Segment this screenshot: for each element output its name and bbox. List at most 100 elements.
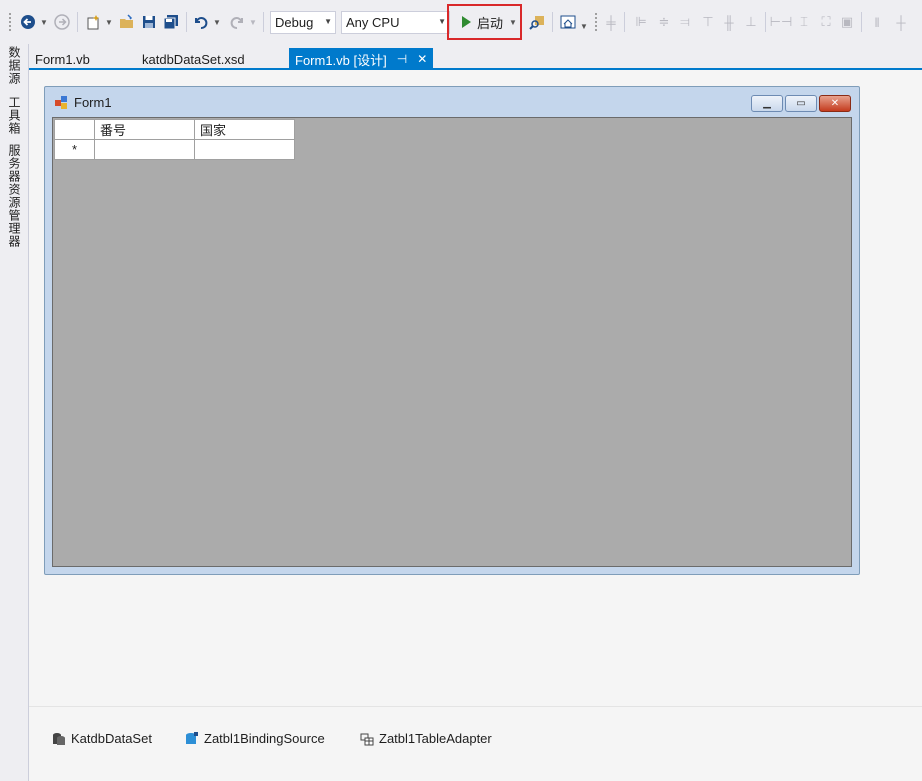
open-folder-icon (120, 14, 133, 28)
grid-header-row: 番号 国家 (54, 119, 295, 140)
form-window[interactable]: Form1 ▁ ▭ ✕ 番号 国家 * (44, 86, 860, 575)
configuration-select[interactable]: Debug ▼ (270, 11, 336, 34)
component-tray: KatdbDataSet Zatbl1BindingSource Zatbl1T… (29, 706, 922, 781)
navigate-back-dropdown[interactable]: ▼ (39, 11, 49, 33)
same-width-icon: ⊢⊣ (769, 14, 793, 29)
close-icon[interactable]: ✕ (417, 52, 427, 66)
tab-form1-vb[interactable]: Form1.vb (29, 49, 96, 69)
undo-button[interactable] (191, 11, 211, 33)
grid-column-header[interactable]: 国家 (194, 119, 295, 140)
component-binding-source[interactable]: Zatbl1BindingSource (185, 731, 325, 746)
size-grid-icon: ⛶ (821, 14, 831, 29)
redo-button[interactable] (227, 11, 247, 33)
platform-value: Any CPU (346, 15, 400, 30)
navigate-back-button[interactable] (17, 11, 39, 33)
align-middle-icon: ╫ (724, 14, 734, 30)
new-project-button[interactable] (83, 11, 103, 33)
designer-surface: Form1 ▁ ▭ ✕ 番号 国家 * (29, 70, 922, 706)
align-bottoms-button[interactable]: ⊥ (742, 11, 760, 33)
undo-dropdown[interactable]: ▼ (212, 11, 222, 33)
toolbar-separator (263, 12, 264, 32)
caret-down-icon: ▼ (105, 17, 113, 27)
component-label: Zatbl1TableAdapter (379, 731, 492, 746)
side-tab-data-sources[interactable]: 数据源 (6, 46, 23, 85)
save-all-button[interactable] (161, 11, 181, 33)
same-size-icon: ▣ (840, 14, 854, 29)
close-button[interactable]: ✕ (819, 95, 851, 112)
toolbar-separator (77, 12, 78, 32)
undo-icon (195, 17, 208, 29)
new-project-icon (87, 15, 99, 30)
save-all-icon (163, 15, 178, 30)
toolbar-separator (552, 12, 553, 32)
spacing-icon: ┼ (896, 14, 906, 30)
align-tops-button[interactable]: ⊤ (699, 11, 717, 33)
toolbar-separator (186, 12, 187, 32)
back-arrow-icon (21, 15, 35, 29)
start-debugging-button[interactable]: 启动 ▼ (447, 4, 522, 40)
grid-column-header[interactable]: 番号 (94, 119, 195, 140)
caret-down-icon: ▼ (249, 17, 257, 27)
align-to-grid-button[interactable]: ╪ (602, 11, 620, 33)
align-middles-button[interactable]: ╫ (720, 11, 738, 33)
tab-label: Form1.vb (35, 51, 90, 67)
grid-cell[interactable] (194, 139, 295, 160)
save-button[interactable] (140, 11, 158, 33)
toolbar-grip[interactable] (8, 12, 12, 32)
make-same-height-button[interactable]: ⌶ (795, 11, 813, 33)
side-tab-toolbox[interactable]: 工具箱 (6, 96, 23, 135)
tab-order-dropdown[interactable]: ▼ (579, 15, 589, 37)
window-buttons: ▁ ▭ ✕ (751, 95, 851, 112)
platform-select[interactable]: Any CPU ▼ (341, 11, 450, 34)
close-icon: ✕ (830, 98, 840, 109)
tab-order-button[interactable] (558, 11, 578, 33)
tab-label: Form1.vb [设计] (295, 52, 387, 68)
align-rights-button[interactable]: ⫤ (676, 11, 694, 33)
size-to-grid-button[interactable]: ⛶ (817, 11, 835, 33)
align-bottom-icon: ⊥ (745, 14, 757, 29)
side-tab-server-explorer[interactable]: 服务器资源管理器 (6, 144, 23, 248)
table-adapter-icon (360, 733, 374, 745)
caret-down-icon: ▼ (324, 17, 332, 26)
new-project-dropdown[interactable]: ▼ (104, 11, 114, 33)
make-same-size-button[interactable]: ▣ (838, 11, 856, 33)
side-panel-strip: 数据源 工具箱 服务器资源管理器 (0, 44, 29, 781)
align-centers-button[interactable]: ≑ (655, 11, 673, 33)
new-row-marker[interactable]: * (54, 139, 95, 160)
grid-corner-cell[interactable] (54, 119, 95, 140)
component-table-adapter[interactable]: Zatbl1TableAdapter (360, 731, 492, 746)
open-file-button[interactable] (117, 11, 137, 33)
find-in-files-button[interactable] (527, 11, 547, 33)
align-lefts-button[interactable]: ⊫ (632, 11, 650, 33)
component-katdb-dataset[interactable]: KatdbDataSet (52, 731, 152, 746)
document-tab-bar: Form1.vb katdbDataSet.xsd Form1.vb [设计] … (29, 44, 922, 70)
maximize-button[interactable]: ▭ (785, 95, 817, 112)
toolbar-separator (765, 12, 766, 32)
tab-form1-design[interactable]: Form1.vb [设计] ⊣ ✕ (289, 48, 434, 70)
toolbar-grip[interactable] (594, 12, 598, 32)
find-icon (529, 16, 544, 30)
minimize-button[interactable]: ▁ (751, 95, 783, 112)
redo-dropdown[interactable]: ▼ (248, 11, 258, 33)
pin-icon[interactable]: ⊣ (397, 52, 407, 66)
grid-new-row: * (54, 139, 295, 160)
data-grid-view[interactable]: 番号 国家 * (54, 119, 295, 160)
tab-katdb-dataset-xsd[interactable]: katdbDataSet.xsd (136, 49, 251, 69)
align-right-icon: ⫤ (680, 14, 690, 29)
form-client-area[interactable]: 番号 国家 * (52, 117, 852, 567)
increase-spacing-button[interactable]: ┼ (892, 11, 910, 33)
form-title: Form1 (74, 95, 112, 110)
align-left-icon: ⊫ (635, 14, 647, 29)
binding-source-icon (186, 731, 198, 744)
component-label: Zatbl1BindingSource (204, 731, 325, 746)
make-same-width-button[interactable]: ⊢⊣ (769, 11, 793, 33)
caret-down-icon: ▼ (40, 17, 48, 27)
grid-cell[interactable] (94, 139, 195, 160)
horizontal-spacing-button[interactable]: ‖ (868, 11, 886, 33)
same-height-icon: ⌶ (800, 14, 808, 29)
caret-down-icon: ▼ (580, 21, 588, 31)
toolbar-separator (624, 12, 625, 32)
navigate-forward-button[interactable] (52, 11, 72, 33)
forward-arrow-icon (54, 14, 70, 30)
caret-down-icon: ▼ (438, 17, 446, 26)
